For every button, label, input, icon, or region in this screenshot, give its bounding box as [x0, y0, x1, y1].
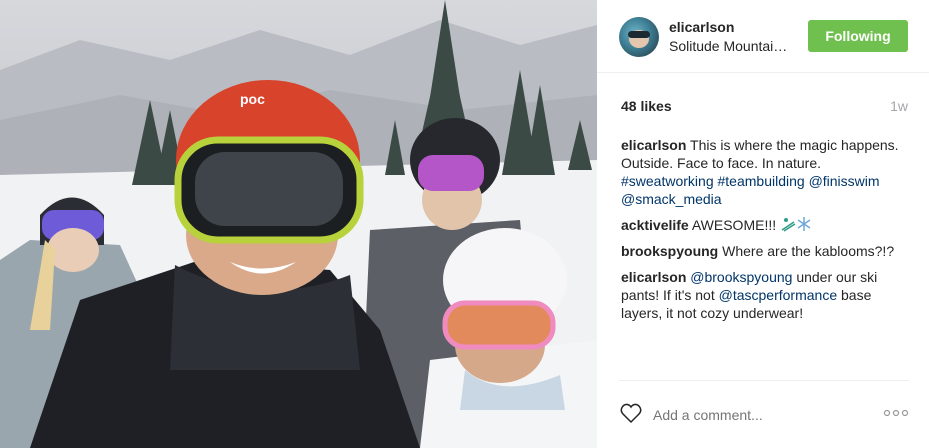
comment-tag-link[interactable]: @finisswim	[809, 173, 880, 189]
selfie-image: poc	[0, 0, 597, 448]
comment-text: Where are the kablooms?!?	[722, 243, 895, 259]
comment-username[interactable]: acktivelife	[621, 217, 689, 233]
snowflake-emoji	[797, 217, 811, 231]
post-footer	[619, 380, 909, 448]
username-link[interactable]: elicarlson	[669, 19, 734, 35]
comment-item: brookspyoung Where are the kablooms?!?	[621, 242, 909, 260]
comments-list: elicarlson This is where the magic happe…	[621, 136, 909, 330]
comment-username[interactable]: elicarlson	[621, 137, 686, 153]
comment-tag-link[interactable]: #teambuilding	[718, 173, 805, 189]
post-time[interactable]: 1w	[890, 98, 908, 114]
post-photo[interactable]: poc	[0, 0, 597, 448]
add-comment-input[interactable]	[653, 381, 863, 448]
comment-text: AWESOME!!!	[691, 217, 780, 233]
post-header: elicarlson Solitude Mountain Resort Foll…	[597, 0, 929, 73]
comment-tag-link[interactable]: @brookspyoung	[690, 269, 792, 285]
likes-count[interactable]: 48 likes	[621, 98, 672, 114]
comment-item: acktivelife AWESOME!!!	[621, 216, 909, 234]
heart-icon[interactable]	[619, 401, 643, 425]
avatar[interactable]	[619, 17, 659, 57]
location-link[interactable]: Solitude Mountain Resort	[669, 38, 793, 54]
more-options-icon[interactable]	[883, 405, 909, 421]
helmet-logo: poc	[240, 91, 265, 107]
comment-item: elicarlson This is where the magic happe…	[621, 136, 909, 208]
comment-tag-link[interactable]: #sweatworking	[621, 173, 714, 189]
skier-emoji	[781, 218, 796, 232]
following-button[interactable]: Following	[808, 20, 908, 52]
comment-item: elicarlson @brookspyoung under our ski p…	[621, 268, 909, 322]
comment-username[interactable]: brookspyoung	[621, 243, 718, 259]
comment-tag-link[interactable]: @tascperformance	[719, 287, 837, 303]
post-side-panel: elicarlson Solitude Mountain Resort Foll…	[597, 0, 929, 448]
comment-tag-link[interactable]: @smack_media	[621, 191, 722, 207]
comment-username[interactable]: elicarlson	[621, 269, 686, 285]
